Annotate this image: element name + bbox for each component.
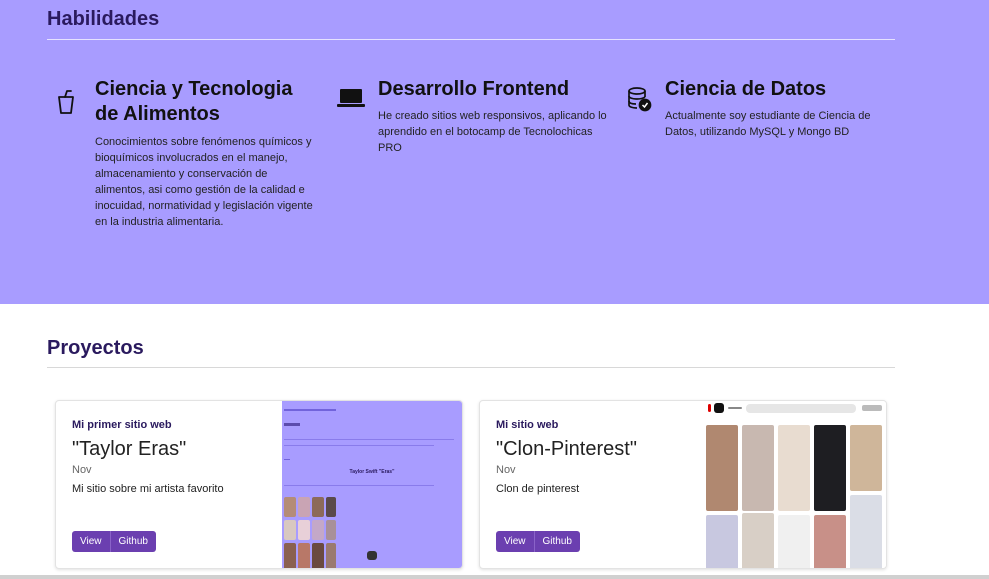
skill-title-frontend: Desarrollo Frontend [378,78,570,100]
skills-divider [47,39,895,40]
github-button[interactable]: Github [533,531,580,552]
card-title: "Clon-Pinterest" [496,438,637,460]
skill-description-alimentos: Conocimientos sobre fenómenos químicos y… [95,136,313,228]
project-screenshot-pinterest[interactable] [700,401,886,568]
card-button-group: View Github [496,531,580,552]
database-check-icon [627,86,653,112]
card-text: Clon de pinterest [496,483,580,495]
thumb-heading: Taylor Swift "Eras" [349,469,395,475]
cup-icon [54,89,80,115]
skill-description-frontend: He creado sitios web responsivos, aplica… [378,110,607,154]
skill-description-datos: Actualmente soy estudiante de Ciencia de… [665,110,871,138]
project-screenshot-taylor[interactable]: Taylor Swift "Eras" [282,401,462,568]
projects-divider [47,367,895,368]
card-title: "Taylor Eras" [72,438,187,460]
skills-heading: Habilidades [47,8,160,30]
laptop-icon [337,85,365,111]
projects-heading: Proyectos [47,337,144,359]
card-subtitle: Mi primer sitio web [72,419,172,431]
card-date: Nov [496,464,516,476]
view-button[interactable]: View [72,531,110,552]
project-card-taylor: Mi primer sitio web "Taylor Eras" Nov Mi… [55,400,463,569]
bottom-scrollbar[interactable] [0,575,989,579]
card-subtitle: Mi sitio web [496,419,559,431]
skill-title-alimentos: Ciencia y Tecnologia de Alimentos [95,78,293,125]
card-button-group: View Github [72,531,156,552]
card-text: Mi sitio sobre mi artista favorito [72,483,224,495]
skills-section: Habilidades Ciencia y Tecnologia de Alim… [0,0,989,304]
card-date: Nov [72,464,92,476]
github-button[interactable]: Github [109,531,156,552]
skill-title-datos: Ciencia de Datos [665,78,827,100]
project-card-pinterest: Mi sitio web "Clon-Pinterest" Nov Clon d… [479,400,887,569]
view-button[interactable]: View [496,531,534,552]
